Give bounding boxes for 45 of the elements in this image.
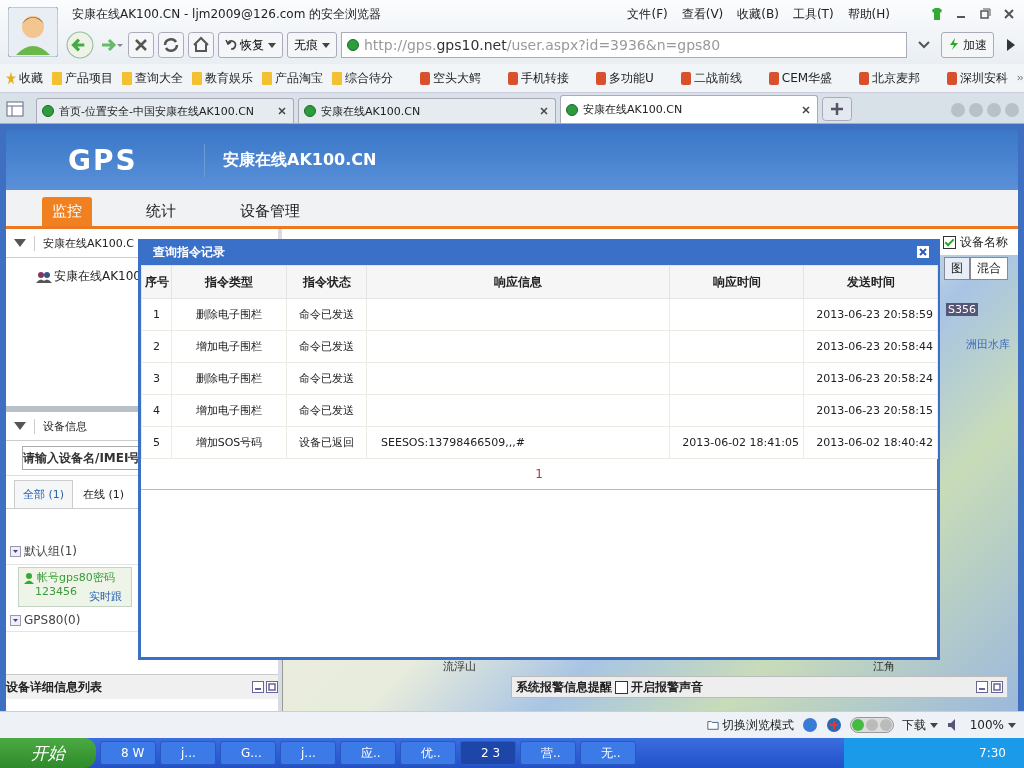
- table-cell: 命令已发送: [299, 308, 354, 321]
- table-cell: 2013-06-23 20:58:24: [816, 372, 933, 385]
- map-label: 洲田水库: [966, 337, 1010, 352]
- map-label: 江角: [873, 659, 895, 674]
- clock: 7:30: [979, 746, 1006, 760]
- tree-header: 安康在线AK100.C: [34, 235, 134, 251]
- alarm-title: 系统报警信息提醒: [516, 678, 612, 696]
- table-cell: 增加电子围栏: [196, 404, 262, 417]
- checkbox-label: 开启报警声音: [631, 678, 703, 696]
- table-cell: 命令已发送: [299, 404, 354, 417]
- table-cell: 2013-06-02 18:41:05: [682, 436, 799, 449]
- table-cell: 2013-06-23 20:58:44: [816, 340, 933, 353]
- table-cell: 增加电子围栏: [196, 340, 262, 353]
- site-title: 安康在线AK100.CN: [223, 149, 377, 171]
- map-label: S356: [946, 303, 978, 316]
- table-cell: 4: [153, 404, 160, 417]
- table-cell: 命令已发送: [299, 372, 354, 385]
- column-header: 指令状态: [286, 265, 367, 299]
- table-cell: 3: [153, 372, 160, 385]
- device-name: 帐号gps80密码: [37, 570, 115, 585]
- table-cell: SEESOS:13798466509,,,#: [381, 436, 525, 449]
- column-header: 指令类型: [171, 265, 287, 299]
- logo: GPS: [68, 143, 205, 177]
- window-title: 安康在线AK100.CN - ljm2009@126.com 的安全浏览器: [72, 5, 383, 23]
- table-cell: 增加SOS号码: [195, 436, 263, 449]
- column-header: 发送时间: [803, 265, 938, 299]
- dialog-title: 查询指令记录: [153, 243, 225, 261]
- column-header: 序号: [141, 265, 172, 299]
- table-cell: 设备已返回: [299, 436, 354, 449]
- panel-title: 设备详细信息列表: [6, 678, 103, 696]
- device-password: 123456: [35, 585, 77, 600]
- table-cell: 1: [153, 308, 160, 321]
- table-cell: 2013-06-23 20:58:15: [816, 404, 933, 417]
- checkbox-label: 设备名称: [960, 233, 1008, 251]
- column-header: 响应时间: [669, 265, 804, 299]
- map-label: 流浮山: [443, 659, 476, 674]
- table-cell: 删除电子围栏: [196, 308, 262, 321]
- table-cell: 2: [153, 340, 160, 353]
- section-header: 设备信息: [34, 418, 87, 434]
- column-header: 响应信息: [366, 265, 670, 299]
- table-cell: 删除电子围栏: [196, 372, 262, 385]
- table-cell: 2013-06-23 20:58:59: [816, 308, 933, 321]
- table-cell: 2013-06-02 18:40:42: [816, 436, 933, 449]
- table-cell: 命令已发送: [299, 340, 354, 353]
- table-cell: 5: [153, 436, 160, 449]
